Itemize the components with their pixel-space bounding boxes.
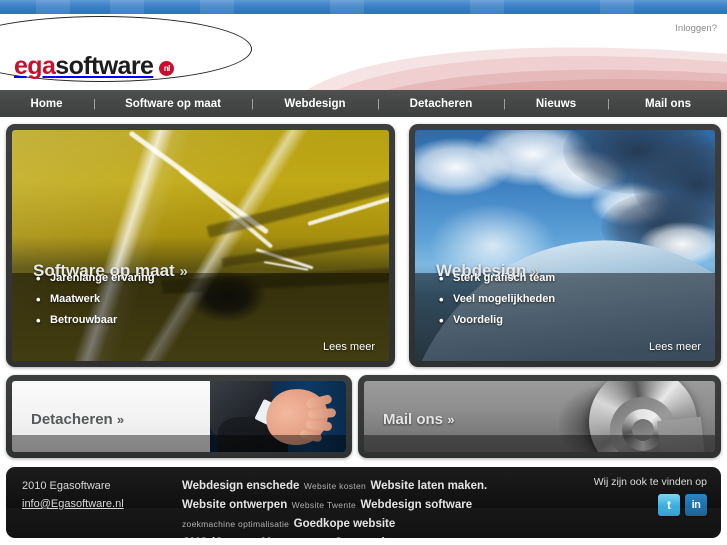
read-more-link-webdesign[interactable]: Lees meer bbox=[649, 341, 701, 353]
footer-tag[interactable]: Webdesign enschede bbox=[182, 480, 299, 492]
footer-tag[interactable]: Website ontwerpen bbox=[182, 499, 287, 511]
nav-item-home[interactable]: Home bbox=[0, 98, 93, 110]
footer-company-info: 2010 Egasoftware info@Egasoftware.nl bbox=[22, 477, 124, 513]
header-swoosh-decoration bbox=[297, 44, 727, 90]
footer-tag[interactable]: zoekmachine optimalisatie bbox=[182, 519, 289, 529]
list-item: Jarenlange ervaring bbox=[36, 271, 155, 286]
chevron-right-icon: » bbox=[447, 412, 455, 427]
footer-tag[interactable]: CMS (Content Management Systeem) bbox=[182, 537, 386, 538]
site-header: egasoftware nl Inloggen? bbox=[0, 14, 727, 90]
site-footer: 2010 Egasoftware info@Egasoftware.nl Web… bbox=[6, 467, 721, 538]
list-item: Betrouwbaar bbox=[36, 313, 155, 328]
twitter-icon[interactable]: t bbox=[658, 494, 680, 516]
card-overlay bbox=[364, 435, 715, 452]
list-item: Maatwerk bbox=[36, 292, 155, 307]
footer-social-section: Wij zijn ook te vinden op t in bbox=[594, 476, 707, 516]
promo-title-detacheren: Detacheren » bbox=[31, 411, 125, 428]
social-label: Wij zijn ook te vinden op bbox=[593, 476, 707, 488]
top-banner bbox=[0, 0, 727, 14]
promo-card-mail-ons[interactable]: Mail ons » bbox=[358, 375, 721, 458]
chevron-right-icon: » bbox=[179, 263, 188, 280]
linkedin-icon[interactable]: in bbox=[685, 494, 707, 516]
read-more-link-software[interactable]: Lees meer bbox=[323, 341, 375, 353]
nav-item-mail-ons[interactable]: Mail ons bbox=[609, 98, 727, 110]
login-link[interactable]: Inloggen? bbox=[675, 23, 717, 34]
nav-item-software-op-maat[interactable]: Software op maat bbox=[95, 98, 251, 110]
card-overlay bbox=[12, 435, 346, 452]
promo-card-software-op-maat[interactable]: Software op maat » Jarenlange ervaring M… bbox=[6, 124, 395, 367]
footer-email-link[interactable]: info@Egasoftware.nl bbox=[22, 498, 124, 510]
site-logo[interactable]: egasoftware nl bbox=[14, 52, 175, 80]
copyright-text: 2010 Egasoftware bbox=[22, 480, 111, 492]
logo-nl-badge: nl bbox=[159, 61, 175, 76]
list-item: Voordelig bbox=[439, 313, 555, 328]
page-root: egasoftware nl Inloggen? Home | Software … bbox=[0, 0, 727, 545]
footer-tag[interactable]: Website Twente bbox=[292, 500, 356, 510]
footer-tag[interactable]: Website kosten bbox=[304, 481, 366, 491]
footer-tag[interactable]: Goedkope website bbox=[294, 518, 396, 530]
list-item: Veel mogelijkheden bbox=[439, 292, 555, 307]
list-item: Sterk grafisch team bbox=[439, 271, 555, 286]
logo-text-software: software bbox=[55, 52, 154, 80]
promo-bullets-webdesign: Sterk grafisch team Veel mogelijkheden V… bbox=[439, 271, 555, 335]
nav-item-webdesign[interactable]: Webdesign bbox=[253, 98, 377, 110]
promo-title-mail-ons: Mail ons » bbox=[383, 411, 455, 428]
promo-bullets-software: Jarenlange ervaring Maatwerk Betrouwbaar bbox=[36, 271, 155, 335]
chevron-right-icon: » bbox=[116, 412, 125, 427]
nav-item-nieuws[interactable]: Nieuws bbox=[505, 98, 607, 110]
nav-item-detacheren[interactable]: Detacheren bbox=[379, 98, 503, 110]
footer-tag[interactable]: Webdesign software bbox=[361, 499, 473, 511]
main-content: Software op maat » Jarenlange ervaring M… bbox=[0, 117, 727, 467]
footer-tag[interactable]: Website laten maken. bbox=[370, 480, 487, 492]
main-navigation: Home | Software op maat | Webdesign | De… bbox=[0, 90, 727, 117]
promo-card-detacheren[interactable]: Detacheren » bbox=[6, 375, 352, 458]
footer-keyword-tags: Webdesign enschede Website kosten Websit… bbox=[182, 476, 572, 538]
promo-card-webdesign[interactable]: Webdesign » Sterk grafisch team Veel mog… bbox=[409, 124, 721, 367]
logo-text-ega: ega bbox=[14, 52, 56, 80]
